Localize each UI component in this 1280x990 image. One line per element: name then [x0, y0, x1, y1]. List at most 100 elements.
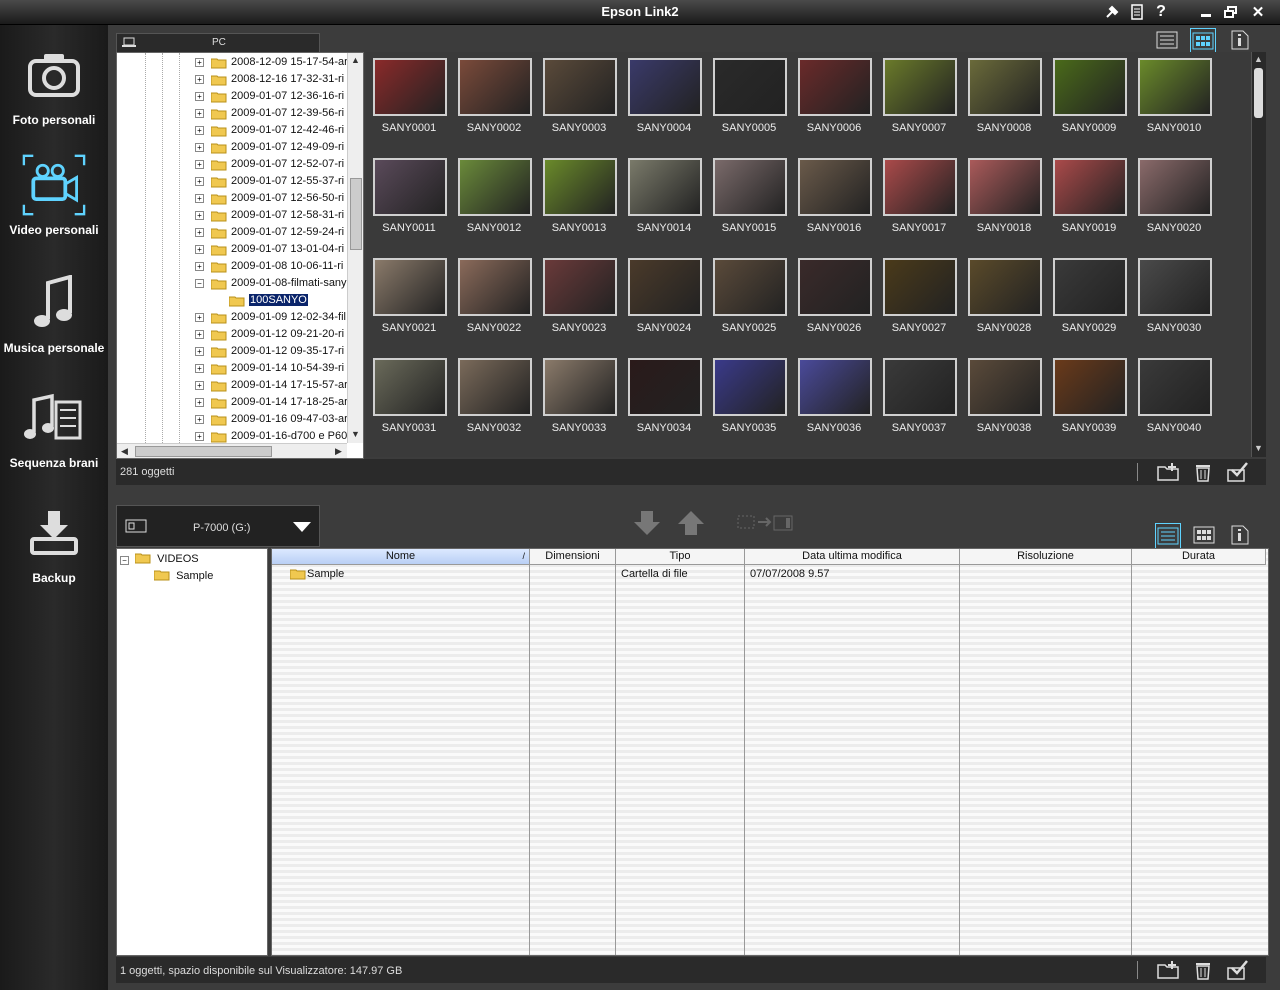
video-thumbnail[interactable]: SANY0007	[882, 56, 958, 146]
nav-musica-personale[interactable]: Musica personale	[0, 265, 108, 365]
scroll-down-icon[interactable]: ▼	[349, 428, 362, 441]
tree-expand-icon[interactable]: +	[195, 364, 204, 373]
scroll-thumb[interactable]	[350, 178, 362, 250]
scroll-right-icon[interactable]: ▶	[332, 445, 345, 458]
scroll-thumb[interactable]	[135, 446, 272, 457]
tree-folder-item[interactable]: +2009-01-07 12-42-46-ri	[117, 122, 347, 139]
tree-vertical-scrollbar[interactable]: ▲ ▼	[347, 53, 363, 443]
tree-expand-icon[interactable]: +	[195, 330, 204, 339]
video-thumbnail[interactable]: SANY0012	[457, 156, 533, 246]
tree-folder-item[interactable]: +2009-01-08 10-06-11-ri	[117, 258, 347, 275]
video-thumbnail[interactable]: SANY0033	[542, 356, 618, 446]
video-thumbnail[interactable]: SANY0029	[1052, 256, 1128, 346]
scroll-up-icon[interactable]: ▲	[1252, 53, 1265, 66]
video-thumbnail[interactable]: SANY0023	[542, 256, 618, 346]
tree-folder-item[interactable]: +2009-01-12 09-21-20-ri	[117, 326, 347, 343]
video-thumbnail[interactable]: SANY0005	[712, 56, 788, 146]
list-view-icon[interactable]	[1155, 523, 1181, 549]
video-thumbnail[interactable]: SANY0003	[542, 56, 618, 146]
thumbnail-scrollbar[interactable]: ▲ ▼	[1251, 52, 1266, 457]
column-header-dimensioni[interactable]: Dimensioni	[530, 549, 616, 565]
video-thumbnail[interactable]: SANY0011	[372, 156, 448, 246]
tree-folder-item[interactable]: +2009-01-07 13-01-04-ri	[117, 241, 347, 258]
tree-expand-icon[interactable]: +	[195, 262, 204, 271]
video-thumbnail[interactable]: SANY0039	[1052, 356, 1128, 446]
trash-icon[interactable]	[1191, 958, 1215, 982]
video-thumbnail[interactable]: SANY0027	[882, 256, 958, 346]
tree-folder-item[interactable]: +2009-01-09 12-02-34-fil	[117, 309, 347, 326]
video-thumbnail[interactable]: SANY0014	[627, 156, 703, 246]
tools-icon[interactable]	[1102, 3, 1122, 21]
tree-expand-icon[interactable]: +	[195, 75, 204, 84]
video-thumbnail[interactable]: SANY0001	[372, 56, 448, 146]
thumbnail-view-icon[interactable]	[1192, 523, 1216, 547]
video-thumbnail[interactable]: SANY0025	[712, 256, 788, 346]
tree-horizontal-scrollbar[interactable]: ◀ ▶	[117, 443, 347, 458]
video-thumbnail[interactable]: SANY0013	[542, 156, 618, 246]
video-thumbnail[interactable]: SANY0024	[627, 256, 703, 346]
video-thumbnail[interactable]: SANY0034	[627, 356, 703, 446]
thumbnail-view-icon[interactable]	[1190, 28, 1216, 54]
video-thumbnail[interactable]: SANY0021	[372, 256, 448, 346]
tree-expand-icon[interactable]: +	[195, 92, 204, 101]
video-thumbnail[interactable]: SANY0036	[797, 356, 873, 446]
tree-expand-icon[interactable]: +	[195, 313, 204, 322]
select-all-icon[interactable]	[1226, 958, 1250, 982]
video-thumbnail[interactable]: SANY0026	[797, 256, 873, 346]
column-header-risoluzione[interactable]: Risoluzione	[960, 549, 1132, 565]
tree-item-videos[interactable]: VIDEOS	[134, 552, 199, 567]
column-header-durata[interactable]: Durata	[1132, 549, 1266, 565]
scroll-thumb[interactable]	[1254, 68, 1263, 118]
details-view-icon[interactable]	[1228, 523, 1252, 547]
video-thumbnail[interactable]: SANY0037	[882, 356, 958, 446]
video-thumbnail[interactable]: SANY0035	[712, 356, 788, 446]
transfer-up-icon[interactable]	[676, 509, 706, 537]
tree-collapse-icon[interactable]: −	[195, 279, 204, 288]
tree-expand-icon[interactable]: +	[195, 126, 204, 135]
tree-expand-icon[interactable]: +	[195, 194, 204, 203]
tree-expand-icon[interactable]: +	[195, 211, 204, 220]
restore-icon[interactable]	[1221, 3, 1241, 21]
tree-expand-icon[interactable]: +	[195, 245, 204, 254]
video-thumbnail[interactable]: SANY0006	[797, 56, 873, 146]
help-icon[interactable]: ?	[1151, 3, 1171, 21]
trash-icon[interactable]	[1191, 460, 1215, 484]
tree-folder-item[interactable]: +2009-01-14 17-18-25-ar	[117, 394, 347, 411]
video-thumbnail[interactable]: SANY0022	[457, 256, 533, 346]
tree-folder-item[interactable]: 100SANYO	[117, 292, 347, 309]
tree-folder-item[interactable]: +2009-01-14 10-54-39-ri	[117, 360, 347, 377]
column-header-nome[interactable]: Nome /	[272, 549, 530, 565]
tree-folder-item[interactable]: +2009-01-07 12-52-07-ri	[117, 156, 347, 173]
video-thumbnail[interactable]: SANY0018	[967, 156, 1043, 246]
dropdown-arrow-icon[interactable]	[293, 522, 311, 533]
scroll-left-icon[interactable]: ◀	[118, 445, 131, 458]
tree-expand-icon[interactable]: +	[195, 143, 204, 152]
video-thumbnail[interactable]: SANY0009	[1052, 56, 1128, 146]
tree-folder-item[interactable]: +2009-01-07 12-36-16-ri	[117, 88, 347, 105]
tree-collapse-icon[interactable]: −	[120, 554, 129, 566]
tree-expand-icon[interactable]: +	[195, 381, 204, 390]
video-thumbnail[interactable]: SANY0016	[797, 156, 873, 246]
tree-expand-icon[interactable]: +	[195, 177, 204, 186]
tree-folder-item[interactable]: − 2009-01-08-filmati-sany	[117, 275, 347, 292]
tree-expand-icon[interactable]: +	[195, 432, 204, 441]
video-thumbnail[interactable]: SANY0004	[627, 56, 703, 146]
tree-expand-icon[interactable]: +	[195, 347, 204, 356]
tree-folder-item[interactable]: +2009-01-14 17-15-57-ar	[117, 377, 347, 394]
tree-folder-item[interactable]: +2009-01-07 12-49-09-ri	[117, 139, 347, 156]
device-folder-tree[interactable]: − VIDEOS Sample	[116, 548, 268, 956]
new-folder-icon[interactable]	[1156, 460, 1180, 484]
video-thumbnail[interactable]: SANY0028	[967, 256, 1043, 346]
convert-icon[interactable]	[736, 512, 796, 534]
tree-expand-icon[interactable]: +	[195, 415, 204, 424]
column-header-data[interactable]: Data ultima modifica	[745, 549, 960, 565]
video-thumbnail[interactable]: SANY0030	[1137, 256, 1213, 346]
tree-folder-item[interactable]: +2009-01-07 12-58-31-ri	[117, 207, 347, 224]
tree-expand-icon[interactable]: +	[195, 109, 204, 118]
video-thumbnail[interactable]: SANY0032	[457, 356, 533, 446]
scroll-up-icon[interactable]: ▲	[349, 54, 362, 67]
pc-tab[interactable]: PC	[116, 33, 320, 53]
nav-backup[interactable]: Backup	[0, 495, 108, 595]
tree-folder-item[interactable]: +2009-01-07 12-56-50-ri	[117, 190, 347, 207]
video-thumbnail[interactable]: SANY0015	[712, 156, 788, 246]
